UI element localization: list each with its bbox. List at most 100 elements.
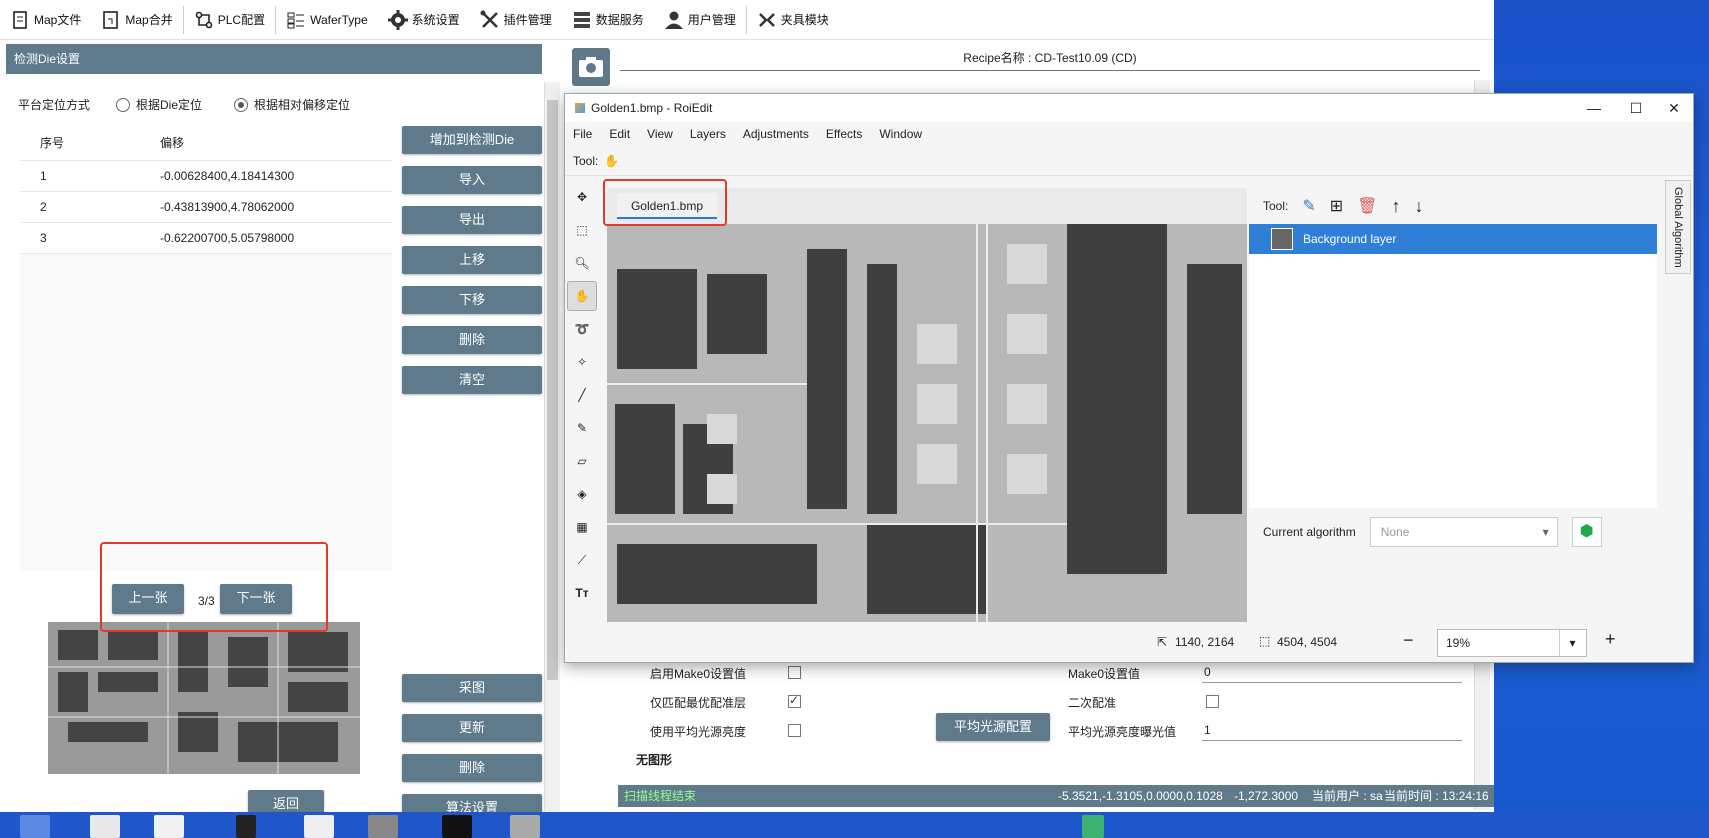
bucket-tool-icon[interactable]: ◈ (567, 479, 597, 509)
toolbar-label: WaferType (310, 12, 368, 27)
recipe-name: Recipe名称 : CD-Test10.09 (CD) (963, 51, 1137, 65)
taskbar-app-icon[interactable] (510, 815, 540, 838)
match-best-checkbox[interactable] (788, 693, 801, 708)
toolbar-data-service[interactable]: 数据服务 (562, 0, 654, 40)
scrollbar-thumb[interactable] (547, 100, 558, 680)
avg-light-exposure-label: 平均光源亮度曝光值 (1068, 725, 1177, 739)
menu-view[interactable]: View (647, 127, 673, 141)
taskbar-app-icon[interactable] (442, 815, 472, 838)
close-icon[interactable]: ✕ (1653, 94, 1695, 122)
radio-die-location[interactable] (116, 97, 131, 112)
toolbar-wafer-type[interactable]: WaferType (276, 0, 378, 40)
menu-bar: File Edit View Layers Adjustments Effect… (565, 122, 1693, 146)
export-button[interactable]: 导出 (402, 206, 542, 234)
taskbar-app-icon[interactable] (90, 815, 120, 838)
taskbar-app-icon[interactable] (20, 815, 50, 838)
zoom-out-icon[interactable]: − (1403, 630, 1414, 651)
taskbar-app-icon[interactable] (154, 815, 184, 838)
eraser-tool-icon[interactable]: ▱ (567, 446, 597, 476)
menu-window[interactable]: Window (879, 127, 922, 141)
toolbar-plugin-manager[interactable]: 插件管理 (470, 0, 562, 40)
toolbar-system-settings[interactable]: 系统设置 (378, 0, 470, 40)
clear-button[interactable]: 清空 (402, 366, 542, 394)
use-avg-light-checkbox[interactable] (788, 724, 801, 737)
menu-adjustments[interactable]: Adjustments (743, 127, 809, 141)
make0-enable-checkbox[interactable] (788, 666, 801, 679)
algorithm-select[interactable]: None (1369, 517, 1558, 547)
select-tool-icon[interactable]: ⬚ (567, 215, 597, 245)
table-row[interactable]: 1 -0.00628400,4.18414300 (20, 160, 392, 192)
toolbar-clamp-module[interactable]: 夹具模块 (747, 0, 839, 40)
magic-wand-tool-icon[interactable]: ✧ (567, 347, 597, 377)
row-index: 2 (20, 191, 140, 223)
delete-button[interactable]: 删除 (402, 326, 542, 354)
eyedropper-tool-icon[interactable]: ⟋ (567, 545, 597, 575)
zoom-dropdown-icon[interactable]: ▾ (1559, 630, 1585, 656)
next-image-button[interactable]: 下一张 (220, 584, 292, 614)
move-up-button[interactable]: 上移 (402, 246, 542, 274)
avg-light-config-button[interactable]: 平均光源配置 (936, 713, 1050, 741)
import-button[interactable]: 导入 (402, 166, 542, 194)
pencil-icon[interactable]: ✎ (1302, 196, 1315, 216)
taskbar-app-icon[interactable] (236, 815, 256, 838)
layers-tool-label: Tool: (1263, 199, 1289, 213)
row-index: 1 (20, 160, 140, 192)
toolbar-map-file[interactable]: Map文件 (0, 0, 91, 40)
camera-icon[interactable] (572, 48, 610, 86)
toolbar-user-manager[interactable]: 用户管理 (654, 0, 746, 40)
avg-light-exposure-field[interactable]: 1 (1204, 723, 1211, 737)
roiedit-titlebar[interactable]: Golden1.bmp - RoiEdit — ☐ ✕ (565, 94, 1693, 122)
taskbar-app-icon[interactable] (1082, 815, 1104, 838)
prev-image-button[interactable]: 上一张 (112, 584, 184, 614)
pattern-tool-icon[interactable]: ▦ (567, 512, 597, 542)
pan-tool-icon[interactable]: ✋ (567, 281, 597, 311)
zoom-tool-icon[interactable]: 🔍︎ (567, 248, 597, 278)
image-canvas[interactable] (607, 224, 1247, 622)
radio-offset-location[interactable] (234, 97, 249, 112)
arrow-up-icon[interactable]: ↑ (1391, 196, 1400, 217)
delete-image-button[interactable]: 删除 (402, 754, 542, 782)
text-tool-icon[interactable]: Tт (567, 578, 597, 608)
add-layer-icon[interactable]: ⊞ (1330, 196, 1343, 216)
toolbar-plc-config[interactable]: PLC配置 (184, 0, 275, 40)
current-algorithm-label: Current algorithm (1263, 525, 1356, 539)
status-position: -1,272.3000 (1234, 789, 1299, 803)
selection-size-icon: ⬚ (1259, 634, 1271, 648)
menu-effects[interactable]: Effects (826, 127, 862, 141)
add-to-detect-die-button[interactable]: 增加到检测Die (402, 126, 542, 154)
radio-offset-label: 根据相对偏移定位 (254, 98, 351, 112)
menu-layers[interactable]: Layers (690, 127, 726, 141)
second-match-checkbox[interactable] (1206, 695, 1219, 708)
menu-edit[interactable]: Edit (609, 127, 630, 141)
capture-image-button[interactable]: 采图 (402, 674, 542, 702)
row-offset: -0.00628400,4.18414300 (140, 160, 392, 192)
make0-value-field[interactable]: 0 (1204, 665, 1211, 679)
toolbar-map-merge[interactable]: Map合并 (91, 0, 182, 40)
lasso-tool-icon[interactable]: ➰ (567, 314, 597, 344)
table-row[interactable]: 2 -0.43813900,4.78062000 (20, 191, 392, 223)
arrow-down-icon[interactable]: ↓ (1414, 196, 1423, 217)
avg-light-exposure-underline (1202, 740, 1462, 741)
table-row[interactable]: 3 -0.62200700,5.05798000 (20, 222, 392, 254)
brush-tool-icon[interactable]: ╱ (567, 380, 597, 410)
menu-file[interactable]: File (573, 127, 592, 141)
layer-item-background[interactable]: Background layer (1249, 224, 1657, 254)
delete-layer-icon[interactable]: 🗑︎ (1357, 196, 1377, 216)
zoom-in-icon[interactable]: + (1605, 629, 1616, 650)
cube-icon[interactable]: ⬢ (1571, 517, 1602, 547)
pencil-tool-icon[interactable]: ✎ (567, 413, 597, 443)
document-tab[interactable]: Golden1.bmp (617, 193, 717, 219)
make0-enable-label: 启用Make0设置值 (650, 667, 747, 681)
left-panel-scrollbar[interactable] (544, 82, 560, 812)
global-algorithm-tab[interactable]: Global Algorithm (1665, 180, 1691, 274)
update-button[interactable]: 更新 (402, 714, 542, 742)
main-toolbar: Map文件 Map合并 PLC配置 WaferType 系统设置 插件管理 数据… (0, 0, 1494, 40)
move-down-button[interactable]: 下移 (402, 286, 542, 314)
maximize-icon[interactable]: ☐ (1615, 94, 1657, 122)
taskbar-app-icon[interactable] (368, 815, 398, 838)
minimize-icon[interactable]: — (1573, 94, 1615, 122)
move-tool-icon[interactable]: ✥ (567, 182, 597, 212)
die-settings-frame: 检测Die设置 平台定位方式 根据Die定位 根据相对偏移定位 序号 偏移 1 … (6, 44, 542, 822)
toolbar-label: 夹具模块 (780, 13, 829, 27)
taskbar-app-icon[interactable] (304, 815, 334, 838)
